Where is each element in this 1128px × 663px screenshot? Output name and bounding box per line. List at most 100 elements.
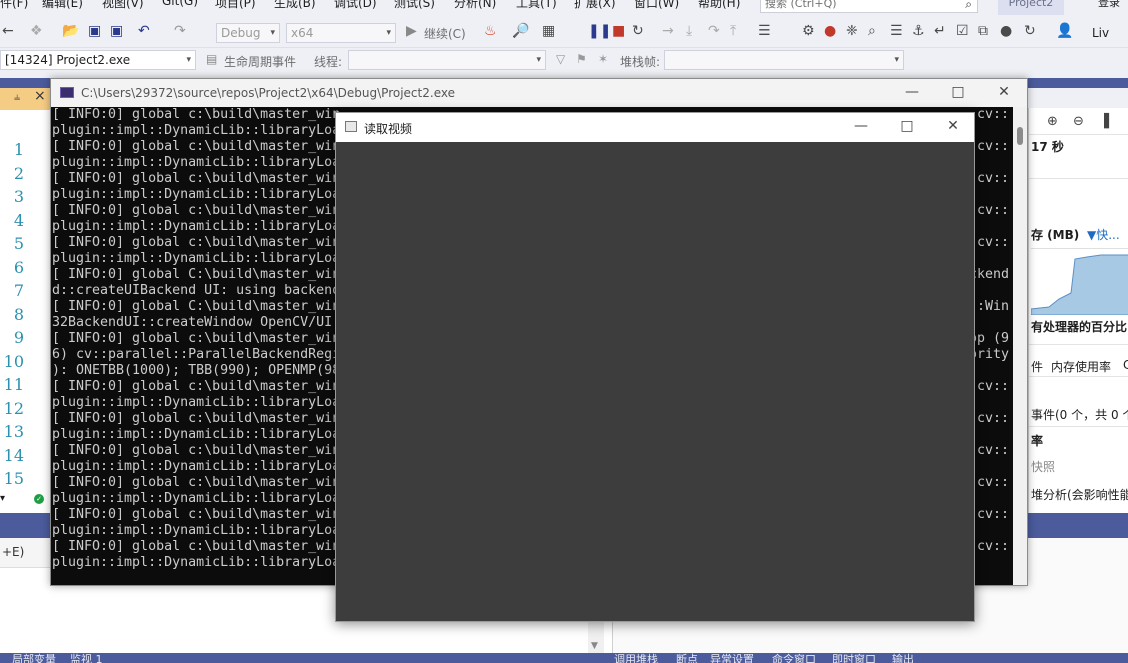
show-next-statement-icon[interactable]: → [662,23,674,39]
browse-icon[interactable]: 🔎 [512,23,529,39]
chevron-down-icon[interactable]: ▼ [591,641,598,651]
thread-select[interactable]: ▾ [348,50,546,70]
toolbar-misc-icon[interactable]: ❈ [846,23,858,39]
close-button[interactable]: ✕ [930,113,976,141]
continue-play-icon[interactable]: ▶ [406,23,417,39]
menu-item[interactable]: 生成(B) [274,0,316,11]
menu-item[interactable]: 调试(D) [334,0,377,11]
tab-memory-usage[interactable]: 内存使用率 [1051,358,1111,375]
continue-button[interactable]: 继续(C) [424,25,466,42]
stop-icon[interactable]: ■ [612,23,625,39]
bottom-tab[interactable]: 断点 [676,653,698,663]
lifecycle-events-button[interactable]: 生命周期事件 [224,53,296,70]
restart-icon[interactable]: ↻ [632,23,644,39]
console-line-tail: cv:: [976,139,1009,154]
vs-search-box[interactable]: 搜索 (Ctrl+Q) ⌕ [760,0,978,13]
menu-item[interactable]: 项目(P) [215,0,256,11]
menu-item[interactable]: 视图(V) [102,0,144,11]
video-window[interactable]: 读取视频 — □ ✕ [335,112,975,622]
tab-cpu[interactable]: C [1123,358,1128,372]
console-line-tail: cv:: [976,107,1009,122]
console-line-text: [ INFO:0] global c:\build\master_win [52,443,341,458]
line-number: 13 [3,422,24,441]
minimize-button[interactable]: — [838,113,884,141]
toolbar-misc-icon[interactable]: ↻ [1024,23,1036,39]
menu-item[interactable]: 件(F) [0,0,28,11]
close-button[interactable]: ✕ [981,79,1027,107]
login-link[interactable]: 登录 [1098,0,1120,10]
bottom-tab[interactable]: 命令窗口 [772,653,816,663]
menu-item[interactable]: 工具(T) [516,0,557,11]
step-out-icon[interactable]: ⤒ [730,23,736,39]
menu-item[interactable]: 扩展(X) [574,0,616,11]
toolbar-misc-icon[interactable]: ● [824,23,836,39]
zoom-in-icon[interactable]: ⊕ [1047,114,1058,129]
console-line-text: plugin::impl::DynamicLib::libraryLoa [52,555,341,570]
hot-reload-icon[interactable]: ♨ [484,23,497,39]
heap-analysis-option[interactable]: 堆分析(会影响性能 [1031,486,1128,503]
tab-events[interactable]: 件 [1031,358,1043,375]
snapshot-legend: ▼快... [1087,228,1120,242]
save-all-icon[interactable]: ▣ [110,23,123,39]
toolbar-misc-icon[interactable]: ⌕ [868,23,876,39]
toolbar-misc-icon[interactable]: ● [1000,23,1012,39]
back-nav-icon[interactable]: ← [2,23,14,39]
flag-icon[interactable]: ⚑ [576,52,587,66]
toolbar-misc-icon[interactable]: ⧉ [978,23,988,39]
chevron-down-icon[interactable]: ▾ [0,493,5,504]
toolbar-misc-icon[interactable]: ⚙ [802,23,815,39]
chart-settings-icon[interactable]: ▐ [1099,114,1109,129]
step-over-icon[interactable]: ↷ [708,23,720,39]
console-line-text: [ INFO:0] global c:\build\master_win [52,171,341,186]
minimize-button[interactable]: — [889,79,935,107]
toolbar-misc-icon[interactable]: ⚓ [912,23,925,39]
menu-item[interactable]: 帮助(H) [698,0,740,11]
close-icon[interactable]: × [34,88,46,104]
step-into-icon[interactable]: ⤓ [686,23,692,39]
stackframe-select[interactable]: ▾ [664,50,904,70]
diagnostic-tools-icon[interactable]: ☰ [758,23,771,39]
menu-item[interactable]: 分析(N) [454,0,496,11]
console-scrollbar[interactable] [1013,107,1027,585]
events-summary: 事件(0 个，共 0 个 [1031,408,1128,422]
process-select[interactable]: [14324] Project2.exe ▾ [0,50,196,70]
live-share-icon[interactable]: 👤 [1056,23,1073,39]
filter-icon[interactable]: ▽ [556,52,565,66]
maximize-button[interactable]: □ [935,79,981,107]
bottom-tab[interactable]: 异常设置 [710,653,754,663]
bottom-tab[interactable]: 监视 1 [70,653,103,663]
toolbar-misc-icon[interactable]: ☰ [890,23,903,39]
maximize-button[interactable]: □ [884,113,930,141]
toolbar-misc-icon[interactable]: ☑ [956,23,969,39]
platform-value: x64 [291,26,314,40]
pause-icon[interactable]: ❚❚ [588,23,611,39]
menu-item[interactable]: 窗口(W) [634,0,679,11]
menu-item[interactable]: 测试(S) [394,0,435,11]
bottom-tab[interactable]: 即时窗口 [832,653,876,663]
bottom-tab[interactable]: 局部变量 [12,653,56,663]
menu-item[interactable]: Git(G) [162,0,198,8]
platform-select[interactable]: x64 ▾ [286,23,396,43]
search-icon: ⌕ [965,0,972,11]
configuration-select[interactable]: Debug ▾ [216,23,280,43]
video-titlebar[interactable]: 读取视频 — □ ✕ [336,113,974,142]
bottom-tab[interactable]: 调用堆栈 [614,653,658,663]
zoom-out-icon[interactable]: ⊖ [1073,114,1084,129]
bottom-tab[interactable]: 输出 [892,653,914,663]
screenshot-icon[interactable]: ▦ [542,23,555,39]
open-folder-icon[interactable]: 📂 [62,23,79,39]
save-icon[interactable]: ▣ [88,23,101,39]
undo-icon[interactable]: ↶ [138,23,150,39]
console-scroll-thumb[interactable] [1017,127,1023,145]
redo-icon[interactable]: ↷ [174,23,186,39]
pin-icon[interactable]: ⫨ [14,90,20,104]
toolbar-misc-icon[interactable]: ↵ [934,23,946,39]
menu-item[interactable]: 编辑(E) [42,0,83,11]
console-titlebar[interactable]: C:\Users\29372\source\repos\Project2\x64… [51,79,1027,107]
code-editor[interactable]: 1 2 3 4 5 6 7 8 9 10 11 12 13 14 15 [0,108,52,513]
new-project-icon[interactable]: ❖ [30,23,43,39]
threads-icon[interactable]: ✶ [598,52,608,66]
live-share-button[interactable]: Liv [1092,26,1109,40]
editor-document-tab[interactable]: ⫨ × [0,88,54,108]
take-snapshot-button[interactable]: 快照 [1031,458,1055,475]
